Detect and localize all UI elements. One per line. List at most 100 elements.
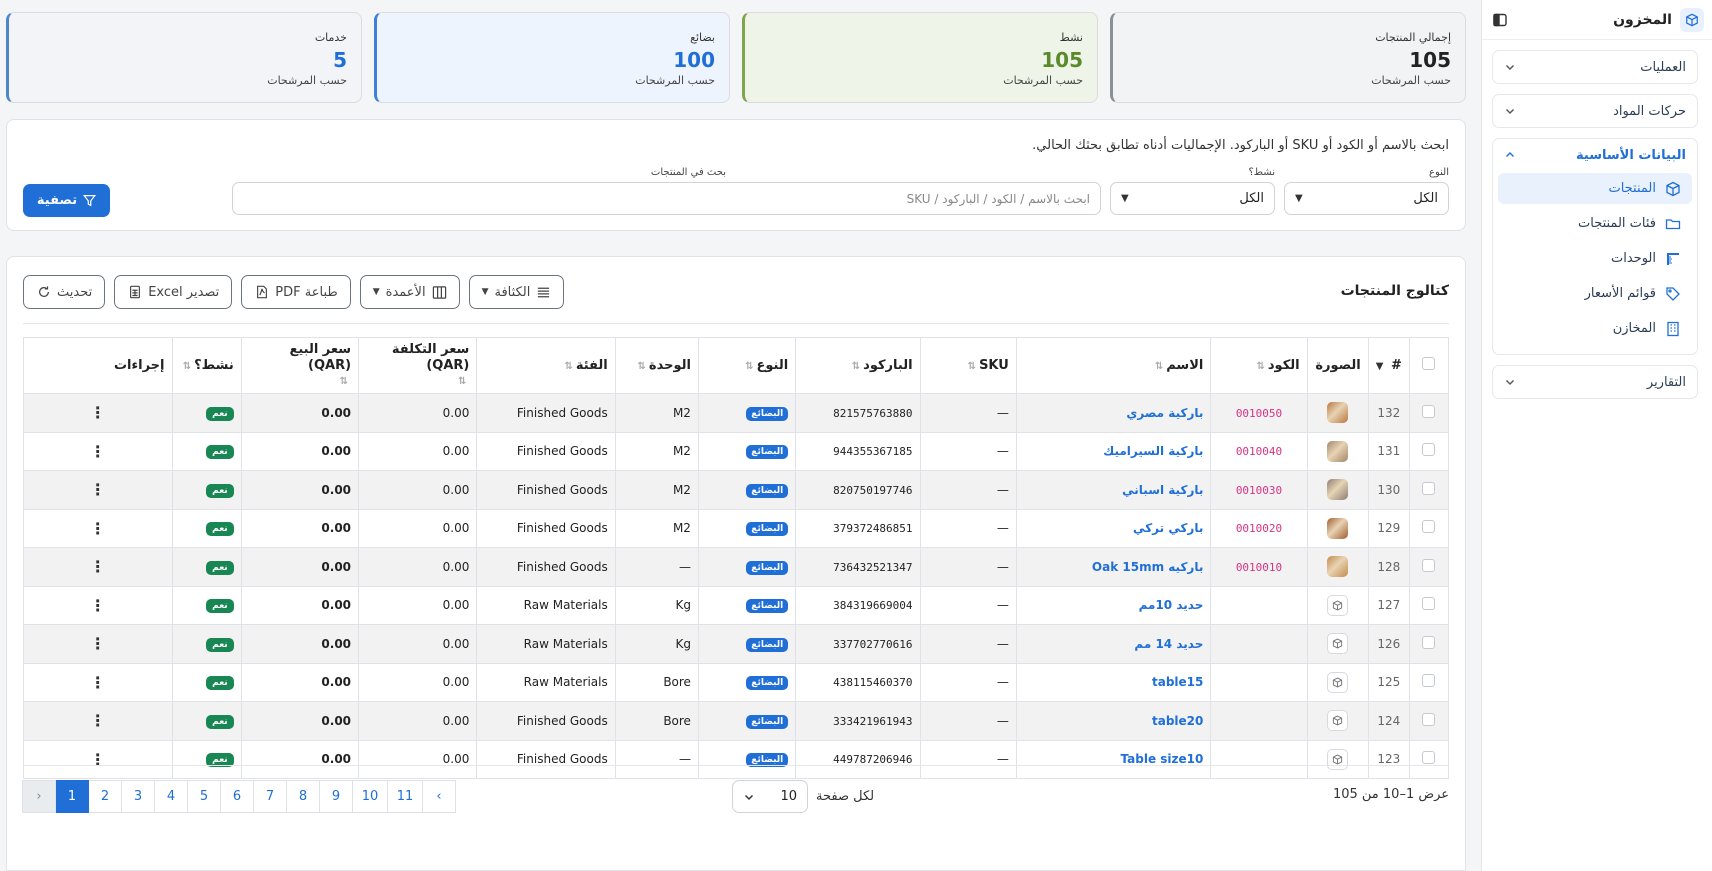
table-row[interactable]: 125 table15 — 438115460370 البضائع Bore … (23, 662, 1450, 702)
sidebar-item-warehouses[interactable]: المخازن (1498, 313, 1692, 344)
active-select[interactable]: الكل ▼ (1110, 182, 1275, 215)
row-select-cell[interactable] (1408, 393, 1450, 433)
column-name[interactable]: الاسم⇅ (1015, 337, 1212, 394)
table-row[interactable]: 129 0010020 باركي تركي — 379372486851 ال… (23, 508, 1450, 548)
row-select-cell[interactable] (1408, 431, 1450, 471)
row-select-cell[interactable] (1408, 739, 1450, 779)
table-row[interactable]: 128 0010010 باركيه Oak 15mm — 7364325213… (23, 547, 1450, 587)
row-checkbox[interactable] (1422, 712, 1436, 726)
product-name-link[interactable]: table20 (1152, 714, 1203, 728)
page-button-10[interactable]: 10 (352, 780, 388, 813)
product-thumbnail[interactable] (1327, 517, 1349, 539)
column-active[interactable]: نشط؟⇅ (171, 337, 242, 394)
page-button-5[interactable]: 5 (187, 780, 221, 813)
search-input[interactable]: ابحث بالاسم / الكود / الباركود / SKU (232, 182, 1101, 215)
print-pdf-button[interactable]: طباعة PDF (241, 275, 351, 309)
row-checkbox[interactable] (1422, 520, 1436, 534)
row-select-cell[interactable] (1408, 624, 1450, 664)
table-row[interactable]: 127 حديد 10مم — 384319669004 البضائع Kg … (23, 585, 1450, 625)
kebab-menu-icon[interactable]: ⋮ (31, 480, 165, 499)
page-button-9[interactable]: 9 (319, 780, 353, 813)
page-button-3[interactable]: 3 (121, 780, 155, 813)
page-button-11[interactable]: 11 (387, 780, 423, 813)
sidebar-group-operations-header[interactable]: العمليات (1493, 51, 1697, 83)
row-checkbox[interactable] (1422, 404, 1436, 418)
row-checkbox[interactable] (1422, 751, 1436, 765)
row-select-cell[interactable] (1408, 547, 1450, 587)
product-name-link[interactable]: حديد 14 مم (1134, 637, 1203, 651)
page-button-7[interactable]: 7 (253, 780, 287, 813)
kebab-menu-icon[interactable]: ⋮ (31, 596, 165, 615)
column-type[interactable]: النوع⇅ (697, 337, 797, 394)
product-thumbnail[interactable] (1327, 440, 1349, 462)
row-select-cell[interactable] (1408, 585, 1450, 625)
row-checkbox[interactable] (1422, 674, 1436, 688)
columns-button[interactable]: الأعمدة ▼ (359, 275, 460, 309)
prev-page-button[interactable]: ‹ (22, 780, 56, 813)
sidebar-group-operations[interactable]: العمليات (1492, 50, 1698, 84)
table-row[interactable]: 132 0010050 باركية مصري — 821575763880 ا… (23, 393, 1450, 433)
kebab-menu-icon[interactable]: ⋮ (31, 403, 165, 422)
page-button-8[interactable]: 8 (286, 780, 320, 813)
column-price[interactable]: سعر البيع (QAR) ⇅ (240, 337, 360, 394)
sidebar-group-material-movements[interactable]: حركات المواد (1492, 94, 1698, 128)
column-barcode[interactable]: الباركود⇅ (795, 337, 921, 394)
page-button-4[interactable]: 4 (154, 780, 188, 813)
column-num[interactable]: # ▼ (1367, 337, 1410, 394)
kebab-menu-icon[interactable]: ⋮ (31, 519, 165, 538)
table-row[interactable]: 126 حديد 14 مم — 337702770616 البضائع Kg… (23, 624, 1450, 664)
page-button-2[interactable]: 2 (88, 780, 122, 813)
page-button-6[interactable]: 6 (220, 780, 254, 813)
export-excel-button[interactable]: تصدير Excel (114, 275, 233, 309)
row-checkbox[interactable] (1422, 443, 1436, 457)
row-select-cell[interactable] (1408, 701, 1450, 741)
kebab-menu-icon[interactable]: ⋮ (31, 634, 165, 653)
density-button[interactable]: الكثافة ▼ (468, 275, 565, 309)
column-code[interactable]: الكود⇅ (1210, 337, 1308, 394)
column-sku[interactable]: SKU⇅ (919, 337, 1017, 394)
sidebar-toggle-icon[interactable] (1490, 10, 1510, 30)
product-name-link[interactable]: table15 (1152, 675, 1203, 689)
sidebar-item-products[interactable]: المنتجات (1498, 173, 1692, 204)
product-name-link[interactable]: باركية مصري (1126, 406, 1203, 420)
sidebar-item-price-lists[interactable]: قوائم الأسعار (1498, 278, 1692, 309)
row-checkbox[interactable] (1422, 635, 1436, 649)
sidebar-group-master-data-header[interactable]: البيانات الأساسية (1493, 139, 1697, 171)
page-button-1[interactable]: 1 (55, 780, 89, 813)
table-row[interactable]: 130 0010030 باركية اسباني — 820750197746… (23, 470, 1450, 510)
sidebar-group-material-movements-header[interactable]: حركات المواد (1493, 95, 1697, 127)
select-all-checkbox[interactable] (1422, 357, 1436, 370)
refresh-button[interactable]: تحديث (23, 275, 106, 309)
column-category[interactable]: الفئة⇅ (476, 337, 616, 394)
select-all-cell[interactable] (1408, 337, 1450, 394)
product-name-link[interactable]: باركية السيراميك (1103, 444, 1203, 458)
table-row[interactable]: 131 0010040 باركية السيراميك — 944355367… (23, 431, 1450, 471)
row-select-cell[interactable] (1408, 470, 1450, 510)
filter-button[interactable]: تصفية (23, 184, 110, 217)
table-row[interactable]: 123 Table size10 — 449787206946 البضائع … (23, 739, 1450, 779)
column-cost[interactable]: سعر التكلفة (QAR) ⇅ (358, 337, 478, 394)
row-checkbox[interactable] (1422, 597, 1436, 611)
product-name-link[interactable]: باركية اسباني (1122, 483, 1203, 497)
kebab-menu-icon[interactable]: ⋮ (31, 673, 165, 692)
product-name-link[interactable]: باركيه Oak 15mm (1092, 560, 1203, 574)
column-unit[interactable]: الوحدة⇅ (614, 337, 699, 394)
next-page-button[interactable]: › (422, 780, 456, 813)
product-thumbnail[interactable] (1327, 402, 1349, 424)
per-page-select[interactable]: 10 (732, 780, 808, 813)
type-select[interactable]: الكل ▼ (1284, 182, 1449, 215)
sidebar-item-units[interactable]: الوحدات (1498, 243, 1692, 274)
row-checkbox[interactable] (1422, 558, 1436, 572)
kebab-menu-icon[interactable]: ⋮ (31, 711, 165, 730)
row-select-cell[interactable] (1408, 662, 1450, 702)
product-thumbnail[interactable] (1327, 556, 1349, 578)
product-thumbnail[interactable] (1327, 479, 1349, 501)
table-row[interactable]: 124 table20 — 333421961943 البضائع Bore … (23, 701, 1450, 741)
sidebar-item-product-categories[interactable]: فئات المنتجات (1498, 208, 1692, 239)
row-select-cell[interactable] (1408, 508, 1450, 548)
sidebar-group-reports[interactable]: التقارير (1492, 365, 1698, 399)
kebab-menu-icon[interactable]: ⋮ (31, 557, 165, 576)
row-checkbox[interactable] (1422, 481, 1436, 495)
product-name-link[interactable]: حديد 10مم (1139, 598, 1204, 612)
product-name-link[interactable]: باركي تركي (1133, 521, 1203, 535)
